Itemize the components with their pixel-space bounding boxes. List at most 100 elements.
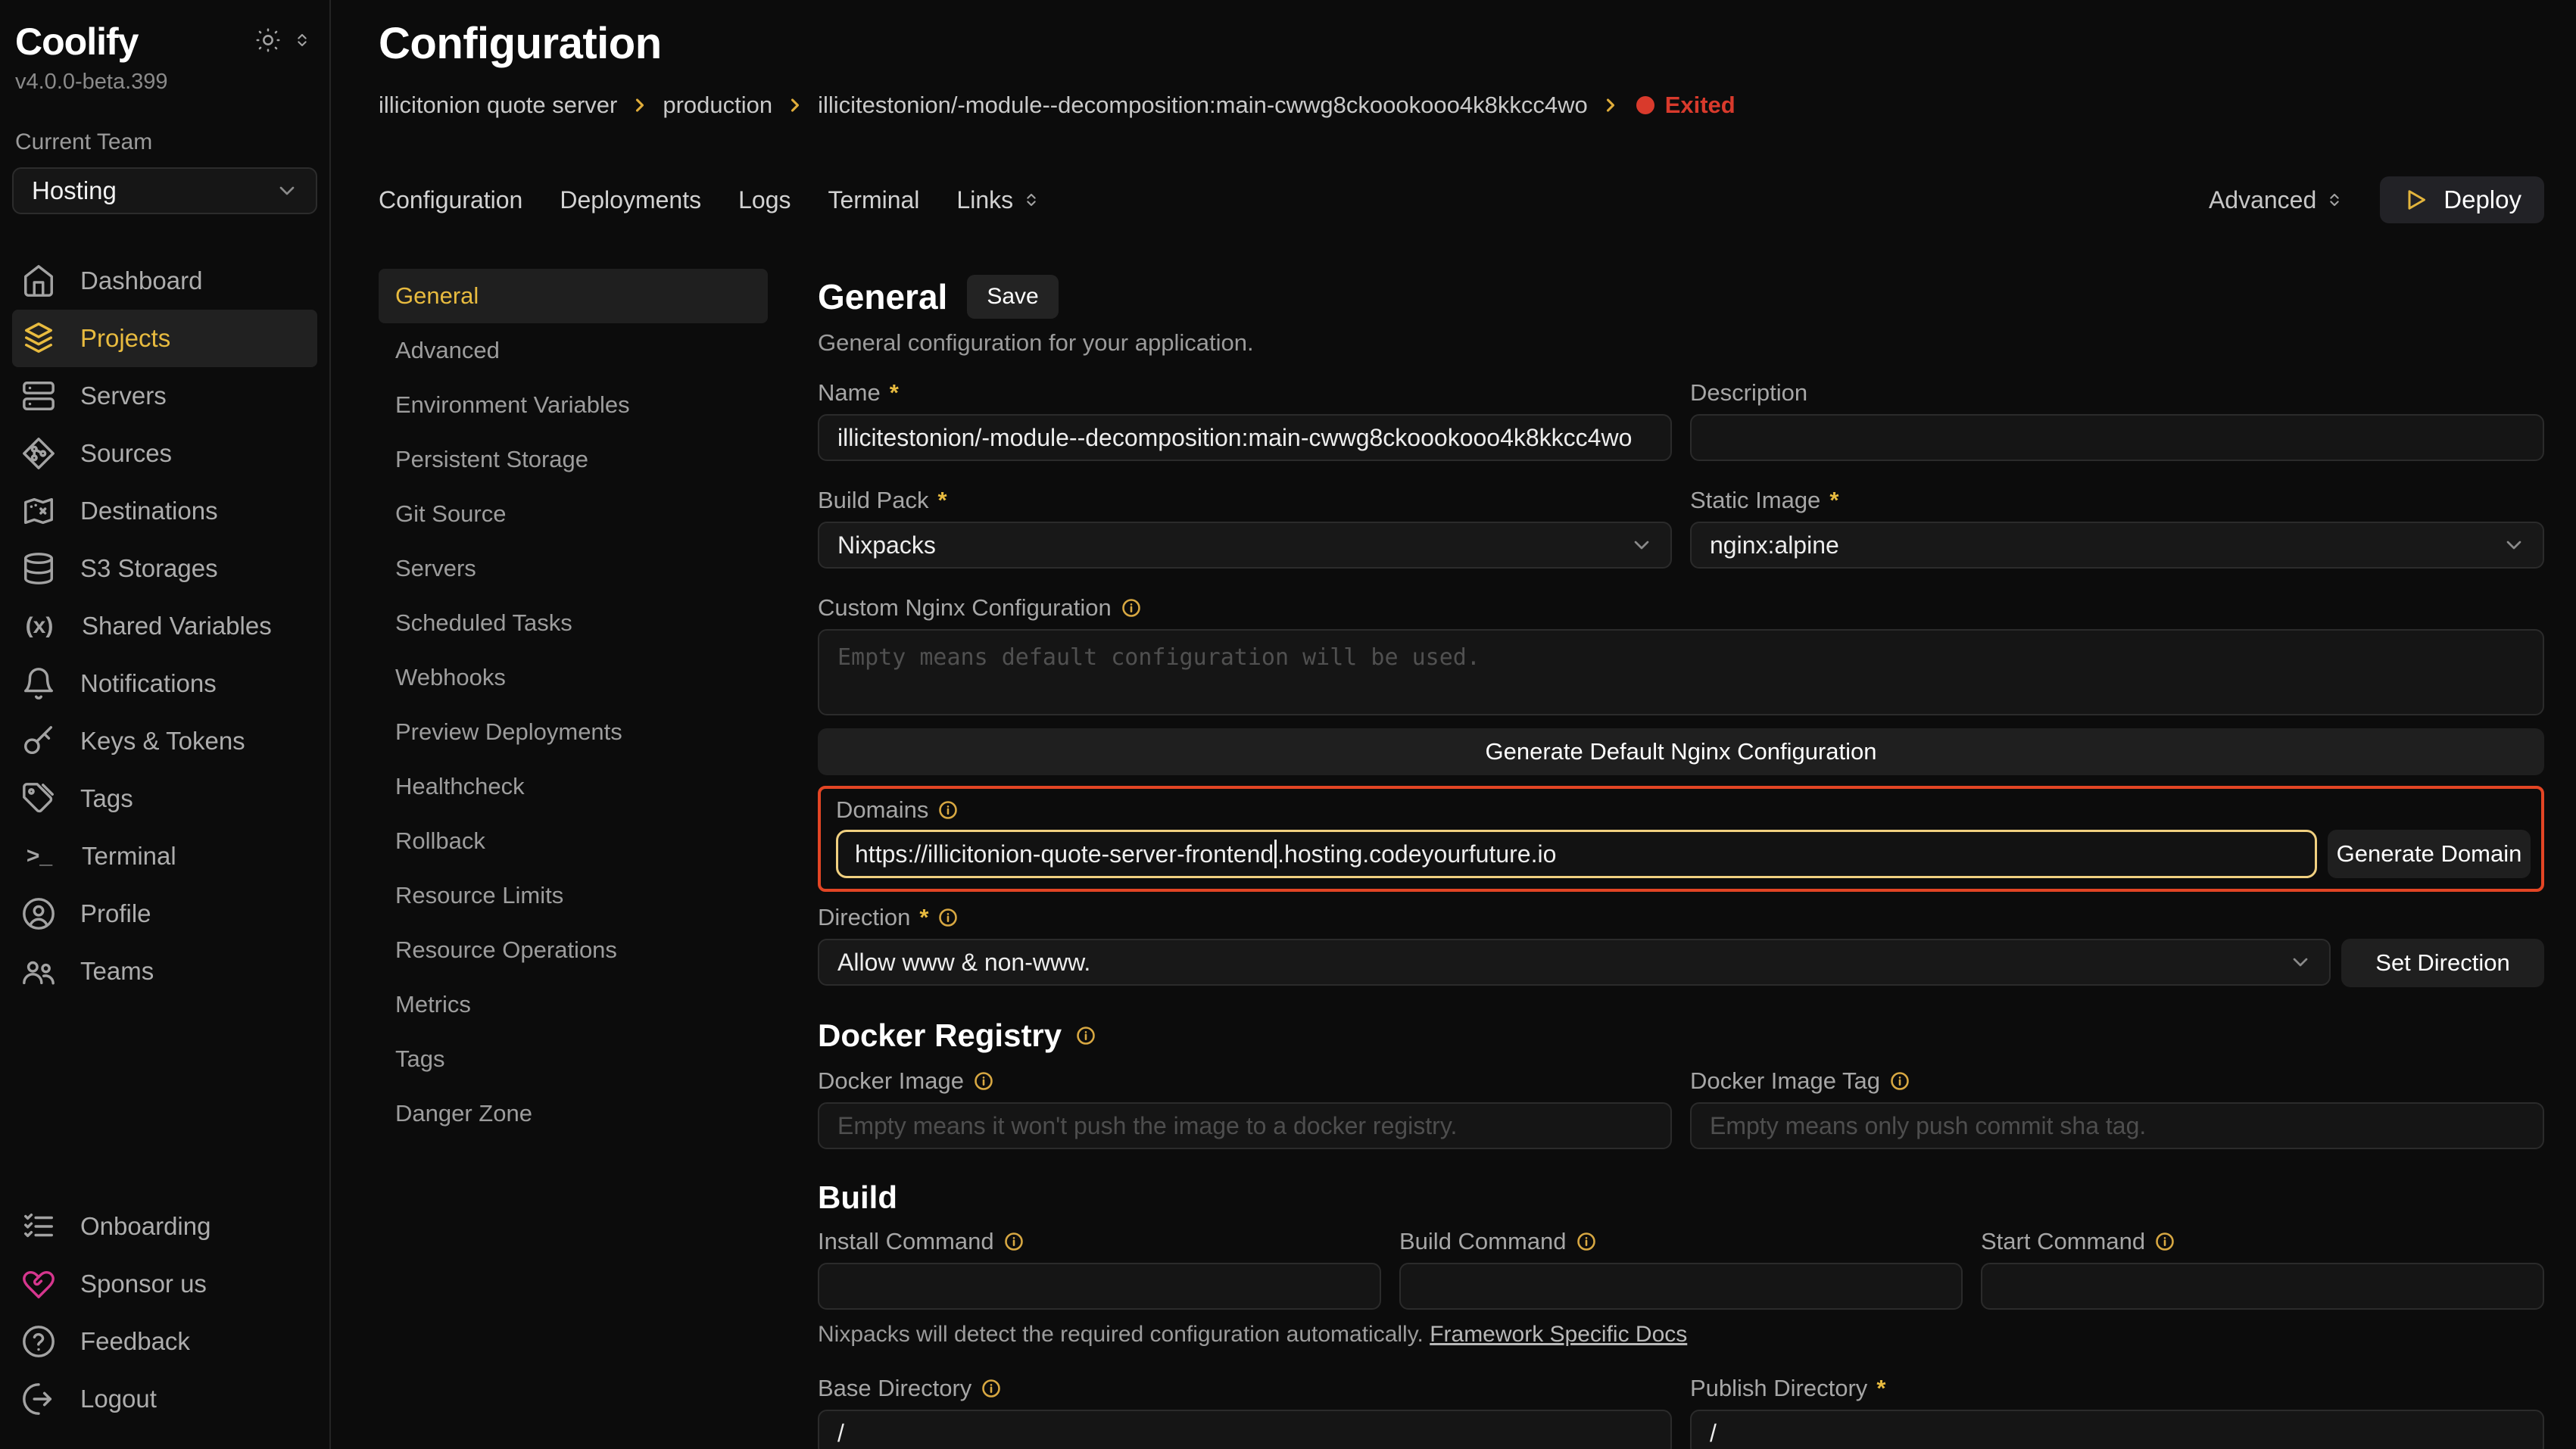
subnav-rollback[interactable]: Rollback bbox=[379, 814, 768, 868]
install-command-input[interactable] bbox=[818, 1263, 1381, 1310]
info-icon bbox=[937, 907, 959, 928]
info-icon bbox=[1121, 597, 1142, 619]
subnav-healthcheck[interactable]: Healthcheck bbox=[379, 759, 768, 814]
main-content: Configuration illicitonion quote server … bbox=[331, 0, 2576, 1449]
sidebar-nav: Dashboard Projects Servers Sources Desti… bbox=[12, 252, 317, 1000]
base-directory-input[interactable] bbox=[818, 1410, 1672, 1449]
sidebar-item-terminal[interactable]: >_ Terminal bbox=[12, 827, 317, 885]
static-image-select[interactable]: nginx:alpine bbox=[1690, 522, 2544, 569]
static-image-label: Static Image* bbox=[1690, 487, 2544, 514]
publish-directory-input[interactable] bbox=[1690, 1410, 2544, 1449]
server-icon bbox=[21, 379, 56, 413]
subnav-tags[interactable]: Tags bbox=[379, 1032, 768, 1086]
subnav-preview-deployments[interactable]: Preview Deployments bbox=[379, 705, 768, 759]
sidebar-item-destinations[interactable]: Destinations bbox=[12, 482, 317, 540]
user-circle-icon bbox=[21, 896, 56, 931]
subnav-webhooks[interactable]: Webhooks bbox=[379, 650, 768, 705]
tab-deployments[interactable]: Deployments bbox=[560, 186, 701, 214]
sidebar-item-dashboard[interactable]: Dashboard bbox=[12, 252, 317, 310]
build-command-label: Build Command bbox=[1399, 1228, 1963, 1255]
generate-domain-button[interactable]: Generate Domain bbox=[2328, 830, 2531, 878]
subnav-resource-limits[interactable]: Resource Limits bbox=[379, 868, 768, 923]
app-version: v4.0.0-beta.399 bbox=[12, 70, 317, 95]
sidebar-footer: Onboarding Sponsor us Feedback Logout bbox=[12, 1198, 317, 1428]
docker-image-input[interactable] bbox=[818, 1102, 1672, 1149]
subnav-metrics[interactable]: Metrics bbox=[379, 977, 768, 1032]
subnav-general[interactable]: General bbox=[379, 269, 768, 323]
domains-input[interactable]: https://illicitonion-quote-server-fronte… bbox=[836, 830, 2317, 878]
sidebar-item-servers[interactable]: Servers bbox=[12, 367, 317, 425]
info-icon bbox=[973, 1070, 994, 1092]
start-command-input[interactable] bbox=[1981, 1263, 2544, 1310]
framework-docs-link[interactable]: Framework Specific Docs bbox=[1430, 1322, 1687, 1347]
sidebar-item-teams[interactable]: Teams bbox=[12, 943, 317, 1000]
docker-image-label: Docker Image bbox=[818, 1067, 1672, 1095]
chevron-down-icon bbox=[2502, 533, 2526, 557]
tags-icon bbox=[21, 781, 56, 816]
install-command-label: Install Command bbox=[818, 1228, 1381, 1255]
breadcrumb-project[interactable]: illicitonion quote server bbox=[379, 92, 617, 119]
sidebar-item-keys-tokens[interactable]: Keys & Tokens bbox=[12, 712, 317, 770]
text-caret bbox=[1274, 840, 1277, 868]
sidebar-item-shared-variables[interactable]: (x) Shared Variables bbox=[12, 597, 317, 655]
team-select[interactable]: Hosting bbox=[12, 167, 317, 214]
sidebar-item-sponsor-us[interactable]: Sponsor us bbox=[12, 1255, 317, 1313]
name-input[interactable] bbox=[818, 414, 1672, 461]
description-input[interactable] bbox=[1690, 414, 2544, 461]
chevron-down-icon bbox=[275, 179, 299, 203]
tab-configuration[interactable]: Configuration bbox=[379, 186, 522, 214]
info-icon bbox=[2154, 1231, 2175, 1252]
subnav-scheduled-tasks[interactable]: Scheduled Tasks bbox=[379, 596, 768, 650]
sidebar-item-feedback[interactable]: Feedback bbox=[12, 1313, 317, 1370]
subnav-advanced[interactable]: Advanced bbox=[379, 323, 768, 378]
general-form: General Save General configuration for y… bbox=[818, 269, 2544, 1449]
description-label: Description bbox=[1690, 379, 2544, 407]
sidebar-item-onboarding[interactable]: Onboarding bbox=[12, 1198, 317, 1255]
tab-links[interactable]: Links bbox=[956, 186, 1042, 214]
docker-registry-title: Docker Registry bbox=[818, 1017, 2544, 1054]
docker-image-tag-label: Docker Image Tag bbox=[1690, 1067, 2544, 1095]
sidebar-item-sources[interactable]: Sources bbox=[12, 425, 317, 482]
subnav-environment-variables[interactable]: Environment Variables bbox=[379, 378, 768, 432]
deploy-button[interactable]: Deploy bbox=[2380, 176, 2544, 223]
breadcrumb: illicitonion quote server production ill… bbox=[379, 92, 2544, 119]
direction-select[interactable]: Allow www & non-www. bbox=[818, 939, 2331, 986]
save-button[interactable]: Save bbox=[967, 275, 1058, 319]
theme-updown-icon[interactable] bbox=[292, 30, 313, 51]
custom-nginx-textarea[interactable] bbox=[818, 629, 2544, 715]
sidebar-item-s3-storages[interactable]: S3 Storages bbox=[12, 540, 317, 597]
app-logo: Coolify bbox=[15, 20, 138, 64]
chevron-right-icon bbox=[1600, 95, 1621, 116]
docker-image-tag-input[interactable] bbox=[1690, 1102, 2544, 1149]
breadcrumb-environment[interactable]: production bbox=[663, 92, 772, 119]
chevron-right-icon bbox=[629, 95, 650, 116]
heart-handshake-icon bbox=[21, 1267, 56, 1301]
advanced-dropdown[interactable]: Advanced bbox=[2209, 186, 2345, 214]
theme-sun-icon[interactable] bbox=[255, 27, 281, 53]
generate-nginx-button[interactable]: Generate Default Nginx Configuration bbox=[818, 728, 2544, 775]
breadcrumb-application[interactable]: illicitestonion/-module--decomposition:m… bbox=[818, 92, 1588, 119]
sidebar-item-logout[interactable]: Logout bbox=[12, 1370, 317, 1428]
start-command-label: Start Command bbox=[1981, 1228, 2544, 1255]
users-icon bbox=[21, 954, 56, 989]
tab-logs[interactable]: Logs bbox=[738, 186, 791, 214]
tab-terminal[interactable]: Terminal bbox=[828, 186, 919, 214]
subnav-git-source[interactable]: Git Source bbox=[379, 487, 768, 541]
logout-icon bbox=[21, 1382, 56, 1416]
section-title: General bbox=[818, 276, 947, 317]
sidebar-item-projects[interactable]: Projects bbox=[12, 310, 317, 367]
help-circle-icon bbox=[21, 1324, 56, 1359]
set-direction-button[interactable]: Set Direction bbox=[2341, 939, 2544, 987]
sidebar-item-profile[interactable]: Profile bbox=[12, 885, 317, 943]
chevron-down-icon bbox=[1629, 533, 1654, 557]
subnav-servers[interactable]: Servers bbox=[379, 541, 768, 596]
sidebar-item-notifications[interactable]: Notifications bbox=[12, 655, 317, 712]
subnav-danger-zone[interactable]: Danger Zone bbox=[379, 1086, 768, 1141]
database-icon bbox=[21, 551, 56, 586]
build-command-input[interactable] bbox=[1399, 1263, 1963, 1310]
sidebar-item-tags[interactable]: Tags bbox=[12, 770, 317, 827]
subnav-persistent-storage[interactable]: Persistent Storage bbox=[379, 432, 768, 487]
build-pack-select[interactable]: Nixpacks bbox=[818, 522, 1672, 569]
subnav-resource-operations[interactable]: Resource Operations bbox=[379, 923, 768, 977]
key-icon bbox=[21, 724, 56, 759]
